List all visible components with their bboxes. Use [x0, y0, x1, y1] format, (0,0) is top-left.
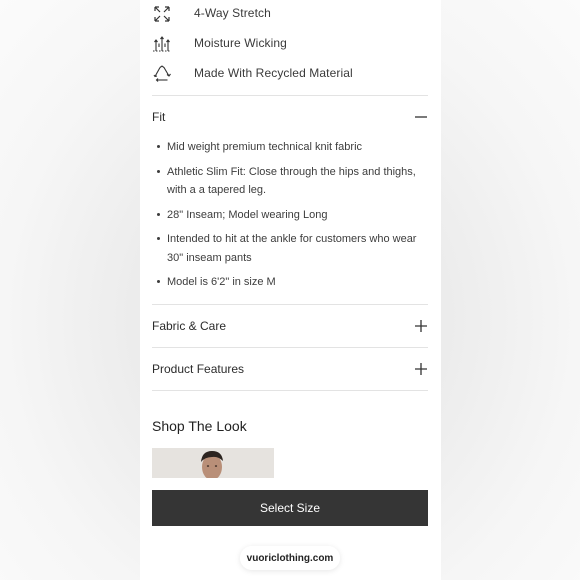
feature-label: Made With Recycled Material [194, 66, 353, 80]
accordion-product-features[interactable]: Product Features [152, 359, 428, 379]
product-details-panel: 4-Way Stretch Moisture Wicking Made With… [140, 0, 441, 580]
arrows-expand-icon [154, 6, 170, 22]
divider [152, 390, 428, 391]
fit-bullet: Athletic Slim Fit: Close through the hip… [152, 163, 422, 200]
feature-stretch: 4-Way Stretch [152, 2, 271, 26]
fit-bullet: Mid weight premium technical knit fabric [152, 138, 422, 157]
accordion-fabric-care[interactable]: Fabric & Care [152, 316, 428, 336]
url-text: vuoriclothing.com [246, 552, 334, 564]
divider [152, 304, 428, 305]
accordion-title-product-features: Product Features [152, 362, 245, 376]
look-product-image[interactable] [152, 448, 274, 478]
divider [152, 347, 428, 348]
plus-icon [415, 363, 427, 375]
browser-url-bar[interactable]: vuoriclothing.com [240, 546, 340, 570]
feature-label: Moisture Wicking [194, 36, 287, 50]
feature-label: 4-Way Stretch [194, 6, 271, 20]
accordion-title-fit: Fit [152, 110, 166, 124]
shop-the-look-heading: Shop The Look [152, 418, 247, 434]
fit-bullet-list: Mid weight premium technical knit fabric… [152, 138, 422, 298]
model-photo [152, 448, 274, 478]
accordion-fit[interactable]: Fit [152, 107, 428, 127]
moisture-wicking-icon [153, 36, 171, 52]
divider [152, 95, 428, 96]
select-size-button[interactable]: Select Size [152, 490, 428, 526]
minus-icon [415, 116, 427, 118]
fit-bullet: Model is 6'2" in size M [152, 273, 422, 292]
plus-icon [415, 320, 427, 332]
feature-moisture: Moisture Wicking [152, 32, 287, 56]
feature-recycled: Made With Recycled Material [152, 62, 353, 86]
fit-bullet: 28" Inseam; Model wearing Long [152, 206, 422, 225]
fit-bullet: Intended to hit at the ankle for custome… [152, 230, 422, 267]
recycle-icon [153, 65, 171, 82]
accordion-title-fabric-care: Fabric & Care [152, 319, 227, 333]
